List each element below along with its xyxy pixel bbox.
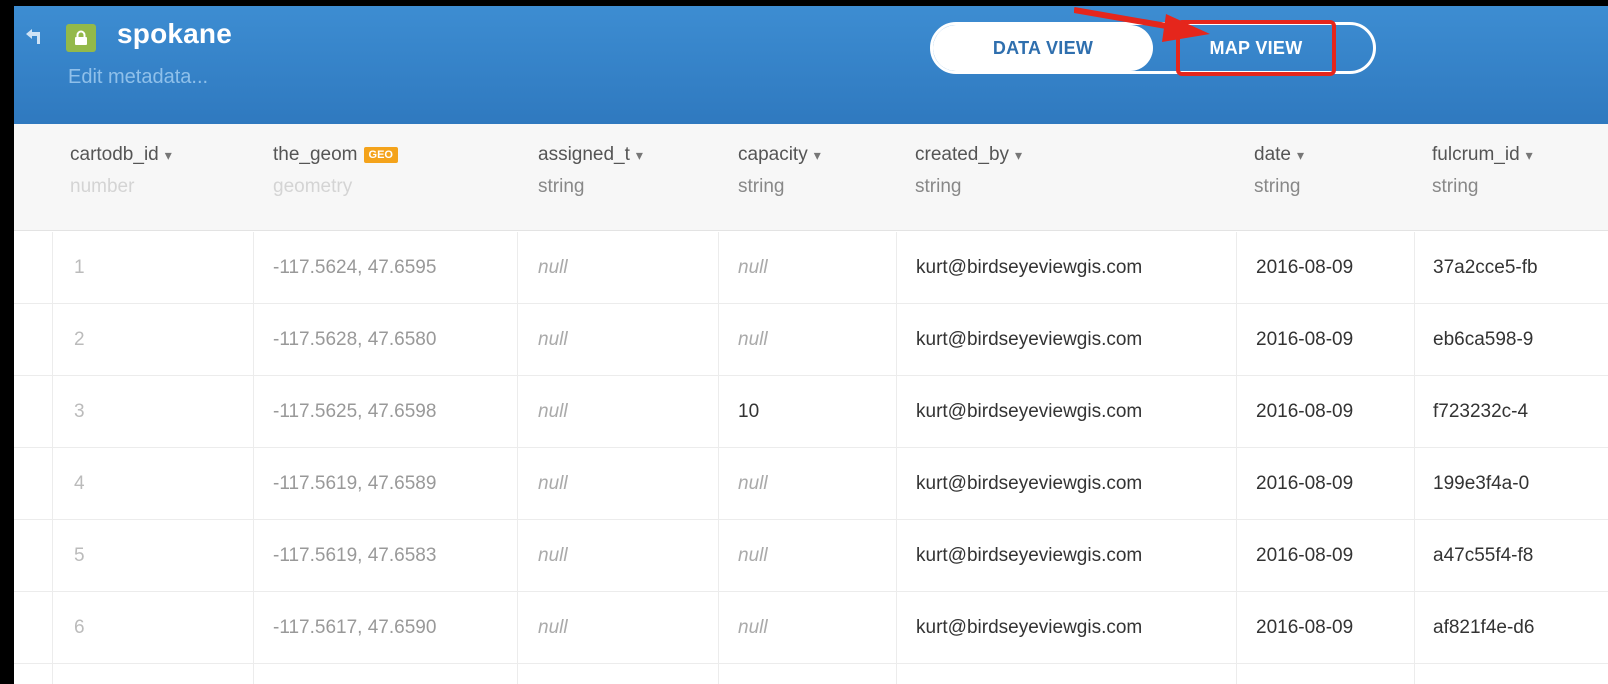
column-type: string xyxy=(738,176,785,197)
cell-assigned-t[interactable]: null xyxy=(538,592,568,663)
column-type: string xyxy=(538,176,585,197)
edit-metadata-link[interactable]: Edit metadata... xyxy=(68,66,208,89)
cell-created-by[interactable]: kurt@birdseyeviewgis.com xyxy=(916,376,1142,447)
caret-down-icon[interactable]: ▾ xyxy=(636,147,643,163)
cell-the-geom[interactable]: -117.5617, 47.6590 xyxy=(273,592,436,663)
cell-the-geom[interactable]: -117.5624, 47.6595 xyxy=(273,232,436,303)
table-row[interactable]: 2 -117.5628, 47.6580 null null kurt@bird… xyxy=(14,304,1608,376)
back-arrow-icon[interactable] xyxy=(24,28,44,46)
cell-capacity[interactable]: null xyxy=(738,304,768,375)
caret-down-icon[interactable]: ▾ xyxy=(814,147,821,163)
column-type: string xyxy=(915,176,962,197)
table-row[interactable]: 3 -117.5625, 47.6598 null 10 kurt@birdse… xyxy=(14,376,1608,448)
cell-fulcrum-id[interactable]: 37a2cce5-fb xyxy=(1433,232,1608,303)
caret-down-icon[interactable]: ▾ xyxy=(165,147,172,163)
cell-date[interactable]: 2016-08-09 xyxy=(1256,520,1353,591)
caret-down-icon[interactable]: ▾ xyxy=(1297,147,1304,163)
cell-cartodb-id[interactable]: 4 xyxy=(74,448,85,519)
table-row[interactable]: 1 -117.5624, 47.6595 null null kurt@bird… xyxy=(14,232,1608,304)
cell-fulcrum-id[interactable]: 199e3f4a-0 xyxy=(1433,448,1608,519)
table-body: 1 -117.5624, 47.6595 null null kurt@bird… xyxy=(14,232,1608,664)
cell-created-by[interactable]: kurt@birdseyeviewgis.com xyxy=(916,520,1142,591)
cell-fulcrum-id[interactable]: a47c55f4-f8 xyxy=(1433,520,1608,591)
column-header-assigned-t[interactable]: assigned_t ▾ string xyxy=(538,144,643,198)
cell-capacity[interactable]: 10 xyxy=(738,376,759,447)
cell-the-geom[interactable]: -117.5628, 47.6580 xyxy=(273,304,436,375)
cell-created-by[interactable]: kurt@birdseyeviewgis.com xyxy=(916,304,1142,375)
cell-assigned-t[interactable]: null xyxy=(538,520,568,591)
cell-capacity[interactable]: null xyxy=(738,232,768,303)
cell-fulcrum-id[interactable]: f723232c-4 xyxy=(1433,376,1608,447)
cell-cartodb-id[interactable]: 1 xyxy=(74,232,85,303)
dataset-header: spokane Edit metadata... DATA VIEW MAP V… xyxy=(14,6,1608,125)
cell-date[interactable]: 2016-08-09 xyxy=(1256,592,1353,663)
geo-badge: GEO xyxy=(363,146,398,163)
column-type: string xyxy=(1254,176,1301,197)
column-type: string xyxy=(1432,176,1479,197)
caret-down-icon[interactable]: ▾ xyxy=(1015,147,1022,163)
cell-assigned-t[interactable]: null xyxy=(538,304,568,375)
lock-icon xyxy=(66,24,96,52)
cell-cartodb-id[interactable]: 6 xyxy=(74,592,85,663)
cell-date[interactable]: 2016-08-09 xyxy=(1256,448,1353,519)
cell-created-by[interactable]: kurt@birdseyeviewgis.com xyxy=(916,232,1142,303)
cell-capacity[interactable]: null xyxy=(738,448,768,519)
column-header-created-by[interactable]: created_by ▾ string xyxy=(915,144,1022,198)
tab-map-view[interactable]: MAP VIEW xyxy=(1176,22,1336,74)
cell-assigned-t[interactable]: null xyxy=(538,448,568,519)
column-header-date[interactable]: date ▾ string xyxy=(1254,144,1304,198)
table-row[interactable]: 4 -117.5619, 47.6589 null null kurt@bird… xyxy=(14,448,1608,520)
cell-assigned-t[interactable]: null xyxy=(538,376,568,447)
cell-cartodb-id[interactable]: 2 xyxy=(74,304,85,375)
cell-date[interactable]: 2016-08-09 xyxy=(1256,232,1353,303)
column-name: created_by xyxy=(915,144,1010,165)
cell-capacity[interactable]: null xyxy=(738,520,768,591)
column-header-the-geom[interactable]: the_geom GEO geometry xyxy=(273,144,398,198)
column-name: the_geom xyxy=(273,144,358,165)
column-name: assigned_t xyxy=(538,144,630,165)
cell-the-geom[interactable]: -117.5619, 47.6589 xyxy=(273,448,436,519)
column-name: capacity xyxy=(738,144,808,165)
cell-date[interactable]: 2016-08-09 xyxy=(1256,304,1353,375)
tab-data-view[interactable]: DATA VIEW xyxy=(933,25,1153,71)
cell-cartodb-id[interactable]: 5 xyxy=(74,520,85,591)
dataset-title[interactable]: spokane xyxy=(117,18,232,50)
cell-the-geom[interactable]: -117.5619, 47.6583 xyxy=(273,520,436,591)
cell-created-by[interactable]: kurt@birdseyeviewgis.com xyxy=(916,448,1142,519)
cell-date[interactable]: 2016-08-09 xyxy=(1256,376,1353,447)
table-row[interactable]: 5 -117.5619, 47.6583 null null kurt@bird… xyxy=(14,520,1608,592)
column-type: number xyxy=(70,176,135,197)
column-type: geometry xyxy=(273,176,353,197)
cell-cartodb-id[interactable]: 3 xyxy=(74,376,85,447)
cell-the-geom[interactable]: -117.5625, 47.6598 xyxy=(273,376,436,447)
column-name: fulcrum_id xyxy=(1432,144,1520,165)
column-name: cartodb_id xyxy=(70,144,159,165)
caret-down-icon[interactable]: ▾ xyxy=(1526,147,1533,163)
app-frame: spokane Edit metadata... DATA VIEW MAP V… xyxy=(14,6,1608,684)
column-header-capacity[interactable]: capacity ▾ string xyxy=(738,144,821,198)
cell-created-by[interactable]: kurt@birdseyeviewgis.com xyxy=(916,592,1142,663)
column-header-cartodb-id[interactable]: cartodb_id ▾ number xyxy=(70,144,172,198)
cell-capacity[interactable]: null xyxy=(738,592,768,663)
cell-fulcrum-id[interactable]: af821f4e-d6 xyxy=(1433,592,1608,663)
cell-fulcrum-id[interactable]: eb6ca598-9 xyxy=(1433,304,1608,375)
column-name: date xyxy=(1254,144,1291,165)
cell-assigned-t[interactable]: null xyxy=(538,232,568,303)
table-row[interactable]: 6 -117.5617, 47.6590 null null kurt@bird… xyxy=(14,592,1608,664)
column-header-fulcrum-id[interactable]: fulcrum_id ▾ string xyxy=(1432,144,1533,198)
